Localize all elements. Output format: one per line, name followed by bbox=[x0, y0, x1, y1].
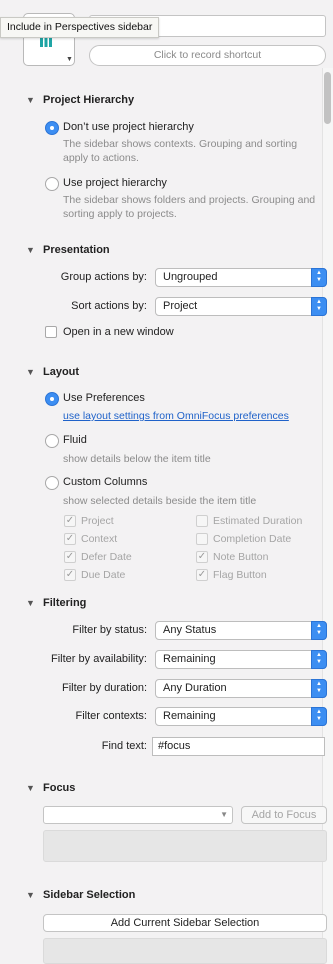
hint-text: The sidebar shows folders and projects. … bbox=[63, 194, 316, 220]
column-checkbox-defer-date[interactable]: ✓ bbox=[64, 551, 76, 563]
column-checkbox-note-button[interactable]: ✓ bbox=[196, 551, 208, 563]
disclosure-triangle-icon[interactable]: ▼ bbox=[26, 245, 35, 255]
popup-value: Project bbox=[163, 300, 198, 312]
radio-custom-columns[interactable] bbox=[45, 476, 59, 490]
stepper-arrows-icon: ▲ ▼ bbox=[311, 679, 327, 698]
filter-availability-popup[interactable]: Remaining ▲ ▼ bbox=[155, 650, 327, 669]
group-actions-popup[interactable]: Ungrouped ▲ ▼ bbox=[155, 268, 327, 287]
filter-status-label: Filter by status: bbox=[72, 624, 147, 636]
column-checkbox-estimated-duration[interactable] bbox=[196, 515, 208, 527]
column-checkbox-project[interactable]: ✓ bbox=[64, 515, 76, 527]
shortcut-recorder[interactable]: Click to record shortcut bbox=[89, 45, 326, 66]
group-actions-label: Group actions by: bbox=[60, 271, 147, 283]
focus-combo-box[interactable]: ▼ bbox=[43, 806, 233, 824]
column-label: Context bbox=[81, 533, 118, 545]
find-text-field[interactable]: #focus bbox=[152, 737, 325, 756]
section-title-layout: Layout bbox=[43, 366, 80, 378]
hint-text: show selected details beside the item ti… bbox=[63, 495, 257, 507]
filter-availability-label: Filter by availability: bbox=[51, 653, 147, 665]
stepper-arrows-icon: ▲ ▼ bbox=[311, 650, 327, 669]
radio-label: Fluid bbox=[63, 434, 87, 446]
stepper-arrows-icon: ▲ ▼ bbox=[311, 268, 327, 287]
filter-duration-popup[interactable]: Any Duration ▲ ▼ bbox=[155, 679, 327, 698]
radio-use-hierarchy[interactable] bbox=[45, 177, 59, 191]
popup-value: Any Duration bbox=[163, 682, 227, 694]
section-title-project-hierarchy: Project Hierarchy bbox=[43, 94, 135, 106]
tooltip: Include in Perspectives sidebar bbox=[0, 17, 160, 38]
radio-label: Custom Columns bbox=[63, 476, 148, 488]
sort-actions-label: Sort actions by: bbox=[71, 300, 147, 312]
column-label: Project bbox=[81, 515, 114, 527]
checkbox-label: Open in a new window bbox=[63, 326, 174, 338]
radio-label: Don’t use project hierarchy bbox=[63, 121, 194, 133]
column-checkbox-flag-button[interactable]: ✓ bbox=[196, 569, 208, 581]
new-window-checkbox[interactable] bbox=[45, 326, 57, 338]
focus-list bbox=[43, 830, 327, 862]
stepper-arrows-icon: ▲ ▼ bbox=[311, 707, 327, 726]
column-checkbox-due-date[interactable]: ✓ bbox=[64, 569, 76, 581]
popup-value: Any Status bbox=[163, 624, 217, 636]
filter-status-popup[interactable]: Any Status ▲ ▼ bbox=[155, 621, 327, 640]
scroll-thumb[interactable] bbox=[324, 72, 331, 124]
disclosure-triangle-icon[interactable]: ▼ bbox=[26, 367, 35, 377]
stepper-arrows-icon: ▲ ▼ bbox=[311, 297, 327, 316]
column-label: Flag Button bbox=[213, 569, 267, 581]
disclosure-triangle-icon[interactable]: ▼ bbox=[26, 95, 35, 105]
radio-use-preferences[interactable] bbox=[45, 392, 59, 406]
disclosure-triangle-icon[interactable]: ▼ bbox=[26, 598, 35, 608]
disclosure-triangle-icon[interactable]: ▼ bbox=[26, 890, 35, 900]
chevron-down-icon: ▼ bbox=[220, 810, 228, 819]
section-title-presentation: Presentation bbox=[43, 244, 110, 256]
radio-label: Use Preferences bbox=[63, 392, 145, 404]
column-label: Note Button bbox=[213, 551, 269, 563]
section-title-sidebar-selection: Sidebar Selection bbox=[43, 889, 136, 901]
column-label: Estimated Duration bbox=[213, 515, 303, 527]
filter-contexts-label: Filter contexts: bbox=[75, 710, 147, 722]
chevron-down-icon: ▼ bbox=[66, 56, 73, 63]
radio-label: Use project hierarchy bbox=[63, 177, 167, 189]
disclosure-triangle-icon[interactable]: ▼ bbox=[26, 783, 35, 793]
section-title-filtering: Filtering bbox=[43, 597, 87, 609]
hint-text: The sidebar shows contexts. Grouping and… bbox=[63, 138, 298, 164]
stepper-arrows-icon: ▲ ▼ bbox=[311, 621, 327, 640]
column-checkbox-completion-date[interactable] bbox=[196, 533, 208, 545]
popup-value: Remaining bbox=[163, 710, 216, 722]
filter-duration-label: Filter by duration: bbox=[62, 682, 147, 694]
layout-preferences-link[interactable]: use layout settings from OmniFocus prefe… bbox=[63, 410, 289, 422]
add-to-focus-button[interactable]: Add to Focus bbox=[241, 806, 327, 824]
filter-contexts-popup[interactable]: Remaining ▲ ▼ bbox=[155, 707, 327, 726]
section-title-focus: Focus bbox=[43, 782, 76, 794]
radio-dont-use-hierarchy[interactable] bbox=[45, 121, 59, 135]
popup-value: Remaining bbox=[163, 653, 216, 665]
column-checkbox-context[interactable]: ✓ bbox=[64, 533, 76, 545]
radio-fluid[interactable] bbox=[45, 434, 59, 448]
column-label: Completion Date bbox=[213, 533, 292, 545]
column-label: Defer Date bbox=[81, 551, 132, 563]
sort-actions-popup[interactable]: Project ▲ ▼ bbox=[155, 297, 327, 316]
add-sidebar-selection-button[interactable]: Add Current Sidebar Selection bbox=[43, 914, 327, 932]
popup-value: Ungrouped bbox=[163, 271, 218, 283]
column-label: Due Date bbox=[81, 569, 126, 581]
sidebar-selection-list bbox=[43, 938, 327, 964]
find-text-label: Find text: bbox=[101, 740, 147, 752]
hint-text: show details below the item title bbox=[63, 453, 211, 465]
